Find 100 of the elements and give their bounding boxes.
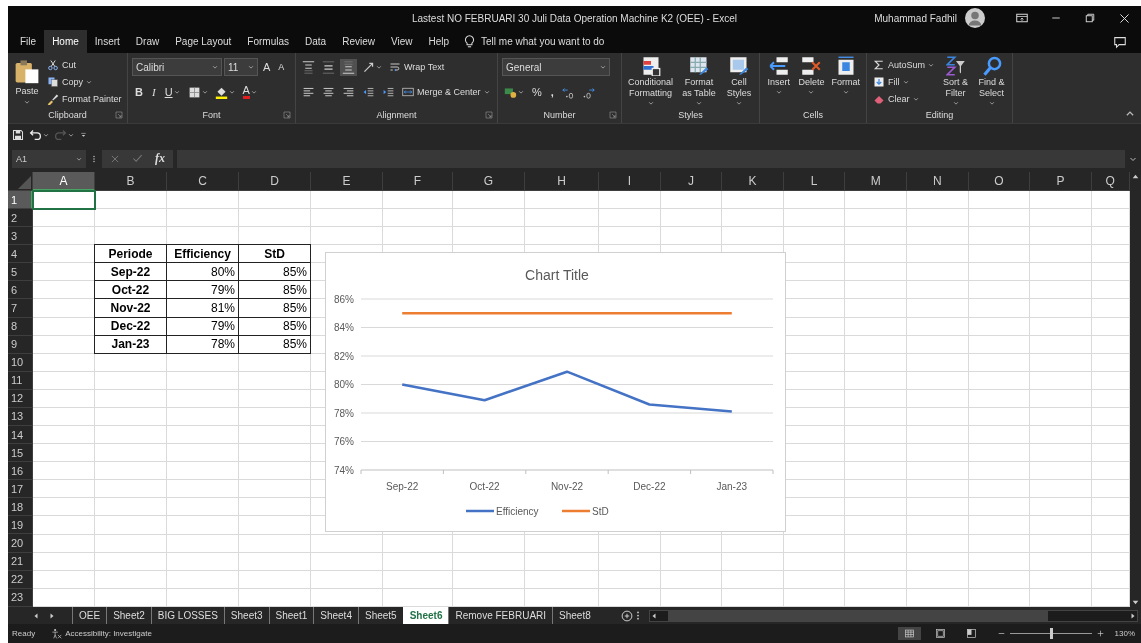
accessibility-status[interactable]: Accessibility: Investigate xyxy=(65,629,152,638)
zoom-level[interactable]: 130% xyxy=(1114,629,1135,638)
column-header[interactable]: B xyxy=(95,172,167,191)
italic-button[interactable]: I xyxy=(148,86,159,98)
select-all-icon[interactable] xyxy=(16,174,32,190)
sort-filter-button[interactable]: Sort & Filter xyxy=(939,56,972,108)
delete-cells-button[interactable]: Delete xyxy=(796,56,827,97)
save-button[interactable] xyxy=(12,128,24,141)
column-header[interactable]: E xyxy=(311,172,383,191)
scroll-right-icon[interactable] xyxy=(1129,611,1137,620)
column-header[interactable]: G xyxy=(453,172,525,191)
row-header[interactable]: 2 xyxy=(8,209,33,228)
caret-icon[interactable] xyxy=(518,89,524,95)
insert-cells-button[interactable]: Insert xyxy=(764,56,794,97)
font-name-dropdown[interactable]: Calibri xyxy=(132,58,222,76)
paste-button[interactable]: Paste xyxy=(12,56,42,107)
caret-icon[interactable] xyxy=(201,89,208,95)
caret-icon[interactable] xyxy=(43,131,49,138)
zoom-slider-thumb[interactable] xyxy=(1049,628,1053,639)
customize-toolbar-button[interactable] xyxy=(79,130,88,139)
dialog-launcher-icon[interactable] xyxy=(609,111,617,119)
column-header[interactable]: N xyxy=(906,172,969,191)
caret-icon[interactable] xyxy=(76,155,82,162)
caret-icon[interactable] xyxy=(902,79,909,85)
caret-icon[interactable] xyxy=(695,100,702,106)
column-header[interactable]: P xyxy=(1030,172,1092,191)
comma-button[interactable]: , xyxy=(547,86,557,98)
menu-tab[interactable]: File xyxy=(12,30,45,53)
insert-function-button[interactable]: fx xyxy=(155,151,165,166)
middle-align-button[interactable] xyxy=(320,58,337,76)
scroll-left-icon[interactable] xyxy=(32,611,40,620)
scroll-right-icon[interactable] xyxy=(48,611,56,620)
vertical-scrollbar[interactable] xyxy=(1130,172,1141,607)
column-header[interactable]: L xyxy=(783,172,846,191)
row-header[interactable]: 7 xyxy=(8,299,33,318)
menu-tab[interactable]: Help xyxy=(420,30,458,53)
column-header[interactable]: O xyxy=(968,172,1031,191)
menu-tab[interactable]: Formulas xyxy=(239,30,298,53)
row-header[interactable]: 5 xyxy=(8,263,33,282)
fill-button[interactable]: Fill xyxy=(871,74,937,90)
conditional-formatting-button[interactable]: Conditional Formatting xyxy=(626,56,676,108)
format-as-table-button[interactable]: Format as Table xyxy=(678,56,720,108)
row-header[interactable]: 16 xyxy=(8,462,33,481)
dialog-launcher-icon[interactable] xyxy=(283,111,291,119)
menu-tab[interactable]: Insert xyxy=(86,30,128,53)
caret-icon[interactable] xyxy=(952,100,959,106)
tell-me-field[interactable]: Tell me what you want to do xyxy=(481,36,632,47)
format-painter-button[interactable]: Format Painter xyxy=(45,91,123,107)
row-header[interactable]: 1 xyxy=(8,191,33,210)
clear-button[interactable]: Clear xyxy=(871,91,937,107)
menu-tab[interactable]: Home xyxy=(44,30,87,53)
menu-tab[interactable]: Draw xyxy=(127,30,168,53)
caret-icon[interactable] xyxy=(376,64,382,70)
caret-icon[interactable] xyxy=(735,100,742,106)
collapse-ribbon-icon[interactable] xyxy=(1125,109,1135,119)
column-header[interactable]: M xyxy=(845,172,907,191)
caret-icon[interactable] xyxy=(842,89,849,95)
sheet-tab[interactable]: Sheet6 xyxy=(402,607,449,624)
active-cell[interactable] xyxy=(33,191,95,210)
wrap-text-button[interactable]: Wrap Text xyxy=(387,59,447,75)
merge-center-button[interactable]: Merge & Center xyxy=(400,84,492,100)
name-box[interactable]: A1 xyxy=(12,149,86,168)
undo-button[interactable] xyxy=(29,128,49,141)
caret-icon[interactable] xyxy=(775,89,782,95)
autosum-button[interactable]: AutoSum xyxy=(871,57,937,73)
row-header[interactable]: 20 xyxy=(8,534,33,553)
column-header[interactable]: D xyxy=(239,172,311,191)
menu-tab[interactable]: Page Layout xyxy=(167,30,240,53)
row-header[interactable]: 17 xyxy=(8,480,33,499)
avatar-icon[interactable] xyxy=(965,8,985,28)
row-header[interactable]: 3 xyxy=(8,227,33,246)
underline-button[interactable]: U xyxy=(161,86,183,98)
find-select-button[interactable]: Find & Select xyxy=(975,56,1008,108)
caret-icon[interactable] xyxy=(988,100,995,106)
top-align-button[interactable] xyxy=(300,58,317,76)
format-cells-button[interactable]: Format xyxy=(829,56,862,97)
dialog-launcher-icon[interactable] xyxy=(485,111,493,119)
dialog-launcher-icon[interactable] xyxy=(115,111,123,119)
menu-tab[interactable]: Data xyxy=(297,30,335,53)
caret-icon[interactable] xyxy=(483,89,490,95)
column-header[interactable]: C xyxy=(167,172,239,191)
copy-button[interactable]: Copy xyxy=(45,74,123,90)
column-header[interactable]: I xyxy=(599,172,661,191)
caret-icon[interactable] xyxy=(647,100,654,106)
menu-tab[interactable]: Review xyxy=(334,30,383,53)
row-header[interactable]: 14 xyxy=(8,426,33,445)
menu-tab[interactable]: View xyxy=(382,30,421,53)
row-header[interactable]: 19 xyxy=(8,516,33,535)
caret-icon[interactable] xyxy=(928,62,935,68)
caret-icon[interactable] xyxy=(248,64,254,70)
percent-button[interactable]: % xyxy=(529,86,545,98)
shrink-font-button[interactable]: A xyxy=(275,62,288,72)
row-header[interactable]: 6 xyxy=(8,281,33,300)
row-header[interactable]: 18 xyxy=(8,498,33,517)
column-header[interactable]: H xyxy=(525,172,599,191)
grow-font-button[interactable]: A xyxy=(260,61,274,73)
caret-icon[interactable] xyxy=(228,89,235,95)
caret-icon[interactable] xyxy=(173,89,180,95)
font-color-button[interactable]: A xyxy=(239,85,260,99)
column-header[interactable]: K xyxy=(722,172,784,191)
